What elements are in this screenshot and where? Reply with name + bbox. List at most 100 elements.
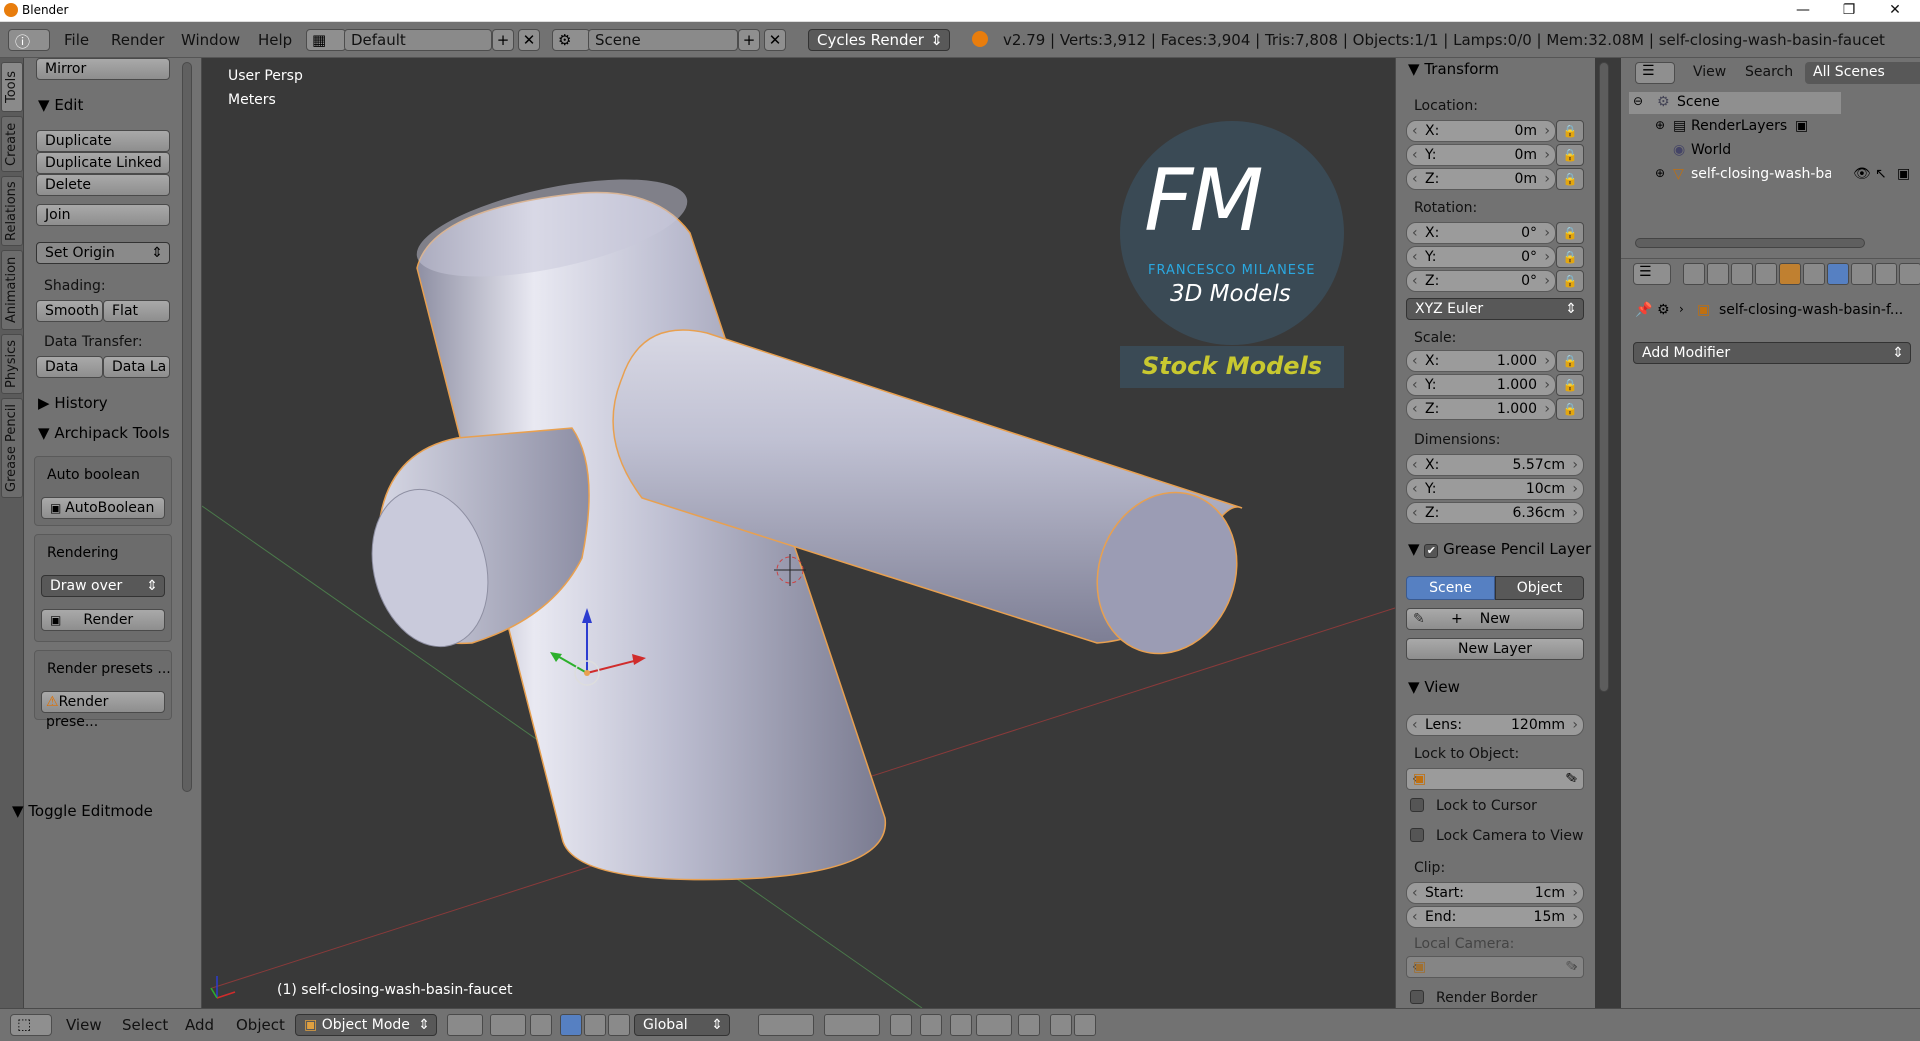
tab-tools[interactable]: Tools: [1, 62, 23, 112]
translate-manipulator-icon[interactable]: [560, 1014, 582, 1036]
menu-object[interactable]: Object: [236, 1016, 285, 1034]
remove-screen-icon[interactable]: ✕: [518, 29, 540, 51]
screen-layout-icon[interactable]: ▦: [306, 29, 346, 51]
render-layers-tab-icon[interactable]: [1707, 263, 1729, 285]
lock-rotation-y-icon[interactable]: 🔒: [1556, 246, 1584, 268]
modifiers-wrench-icon[interactable]: [1827, 263, 1849, 285]
snap-target-icon[interactable]: [1018, 1014, 1040, 1036]
clip-start-field[interactable]: Start:1cm: [1406, 882, 1584, 904]
eyedropper-icon[interactable]: ✎: [1565, 769, 1577, 789]
rotation-x-field[interactable]: X:0°: [1406, 222, 1556, 244]
constraints-tab-icon[interactable]: [1803, 263, 1825, 285]
archipack-panel-header[interactable]: ▼ Archipack Tools: [38, 424, 170, 442]
tab-create[interactable]: Create: [1, 116, 23, 172]
remove-scene-icon[interactable]: ✕: [764, 29, 786, 51]
opengl-animation-icon[interactable]: [1074, 1014, 1096, 1036]
scale-x-field[interactable]: X:1.000: [1406, 350, 1556, 372]
object-tab-icon[interactable]: [1779, 263, 1801, 285]
toggle-editmode-header[interactable]: ▼ Toggle Editmode: [12, 802, 153, 820]
gp-object-tab[interactable]: Object: [1495, 576, 1584, 600]
menu-add[interactable]: Add: [185, 1016, 214, 1034]
select-arrow-icon[interactable]: ↖: [1875, 166, 1887, 182]
menu-file[interactable]: File: [64, 31, 89, 49]
lock-location-y-icon[interactable]: 🔒: [1556, 144, 1584, 166]
lock-rotation-x-icon[interactable]: 🔒: [1556, 222, 1584, 244]
outliner-row-renderlayers[interactable]: ⊕ ▤ RenderLayers ▣: [1629, 116, 1919, 138]
view-panel-header[interactable]: ▼ View: [1408, 678, 1460, 696]
clip-end-field[interactable]: End:15m: [1406, 906, 1584, 928]
add-screen-icon[interactable]: +: [492, 29, 514, 51]
viewport-shading-icon[interactable]: [447, 1014, 483, 1036]
tab-physics[interactable]: Physics: [1, 334, 23, 394]
new-layer-button[interactable]: New Layer: [1406, 638, 1584, 660]
close-button[interactable]: ✕: [1872, 0, 1918, 22]
minimize-button[interactable]: —: [1780, 0, 1826, 22]
location-y-field[interactable]: Y:0m: [1406, 144, 1556, 166]
join-button[interactable]: Join: [36, 204, 170, 226]
3d-viewport[interactable]: User Persp Meters (1) self-closing-wash-…: [202, 58, 1395, 1008]
scene-tab-icon[interactable]: [1731, 263, 1753, 285]
world-tab-icon[interactable]: [1755, 263, 1777, 285]
history-panel-header[interactable]: ▶ History: [38, 394, 108, 412]
duplicate-linked-button[interactable]: Duplicate Linked: [36, 152, 170, 174]
lock-scale-y-icon[interactable]: 🔒: [1556, 374, 1584, 396]
rotation-z-field[interactable]: Z:0°: [1406, 270, 1556, 292]
scale-manipulator-icon[interactable]: [608, 1014, 630, 1036]
visibility-eye-icon[interactable]: 👁: [1853, 166, 1871, 182]
lock-camera-checkbox[interactable]: [1410, 828, 1424, 842]
lock-location-x-icon[interactable]: 🔒: [1556, 120, 1584, 142]
dimension-z-field[interactable]: Z:6.36cm: [1406, 502, 1584, 524]
draw-over-select[interactable]: Draw over ⇕: [41, 575, 165, 597]
render-engine-select[interactable]: Cycles Render ⇕: [808, 29, 950, 51]
layers-grid-b-icon[interactable]: [824, 1014, 880, 1036]
gp-new-button[interactable]: ✎ + New: [1406, 608, 1584, 630]
transform-panel-header[interactable]: ▼ Transform: [1408, 60, 1499, 78]
autoboolean-button[interactable]: ▣ AutoBoolean: [41, 497, 165, 519]
layer-lock-icon[interactable]: [890, 1014, 912, 1036]
scale-y-field[interactable]: Y:1.000: [1406, 374, 1556, 396]
menu-render[interactable]: Render: [111, 31, 164, 49]
mirror-button[interactable]: Mirror: [36, 58, 170, 80]
lock-to-cursor-checkbox[interactable]: [1410, 798, 1424, 812]
outliner-editor-type-icon[interactable]: ☰: [1635, 62, 1675, 84]
grease-pencil-checkbox[interactable]: ✔: [1424, 544, 1439, 558]
location-z-field[interactable]: Z:0m: [1406, 168, 1556, 190]
outliner-filter-select[interactable]: All Scenes: [1805, 62, 1920, 84]
shade-flat-button[interactable]: Flat: [103, 300, 170, 322]
shade-smooth-button[interactable]: Smooth: [36, 300, 103, 322]
edit-panel-header[interactable]: ▼ Edit: [38, 96, 83, 114]
duplicate-button[interactable]: Duplicate: [36, 130, 170, 152]
rotate-manipulator-icon[interactable]: [584, 1014, 606, 1036]
material-tab-icon[interactable]: [1875, 263, 1897, 285]
lock-location-z-icon[interactable]: 🔒: [1556, 168, 1584, 190]
menu-view[interactable]: View: [66, 1016, 102, 1034]
add-modifier-select[interactable]: Add Modifier ⇕: [1633, 342, 1911, 364]
outliner-view-menu[interactable]: View: [1693, 64, 1726, 80]
manipulator-toggle-icon[interactable]: [530, 1014, 552, 1036]
outliner-row-object[interactable]: ⊕ ▽ self-closing-wash-basin 👁 ↖ ▣: [1629, 164, 1920, 186]
snap-toggle-icon[interactable]: [950, 1014, 972, 1036]
local-camera-eyedropper-icon[interactable]: ✎: [1565, 957, 1577, 977]
outliner-row-world[interactable]: ◉ World: [1629, 140, 1919, 162]
rotation-y-field[interactable]: Y:0°: [1406, 246, 1556, 268]
outliner-search-menu[interactable]: Search: [1745, 64, 1793, 80]
3d-view-editor-type-icon[interactable]: ⬚: [10, 1014, 52, 1036]
tab-grease-pencil[interactable]: Grease Pencil: [1, 398, 23, 498]
editor-type-info-icon[interactable]: ⓘ: [8, 29, 50, 51]
lock-scale-z-icon[interactable]: 🔒: [1556, 398, 1584, 420]
location-x-field[interactable]: X:0m: [1406, 120, 1556, 142]
scene-field[interactable]: Scene: [588, 29, 738, 51]
pivot-point-icon[interactable]: [490, 1014, 526, 1036]
texture-tab-icon[interactable]: [1899, 263, 1920, 285]
transform-orientation-select[interactable]: Global ⇕: [634, 1014, 730, 1036]
render-camera-icon[interactable]: ▣: [1897, 166, 1910, 182]
opengl-render-icon[interactable]: [1050, 1014, 1072, 1036]
dimension-x-field[interactable]: X:5.57cm: [1406, 454, 1584, 476]
lock-object-field[interactable]: ▣✎: [1406, 768, 1584, 790]
pin-icon[interactable]: 📌: [1635, 302, 1652, 318]
menu-select[interactable]: Select: [122, 1016, 168, 1034]
set-origin-select[interactable]: Set Origin ⇕: [36, 242, 170, 264]
local-camera-field[interactable]: ▣✎: [1406, 956, 1584, 978]
dimension-y-field[interactable]: Y:10cm: [1406, 478, 1584, 500]
grease-pencil-layer-header[interactable]: ▼ ✔ Grease Pencil Layer: [1408, 540, 1591, 558]
